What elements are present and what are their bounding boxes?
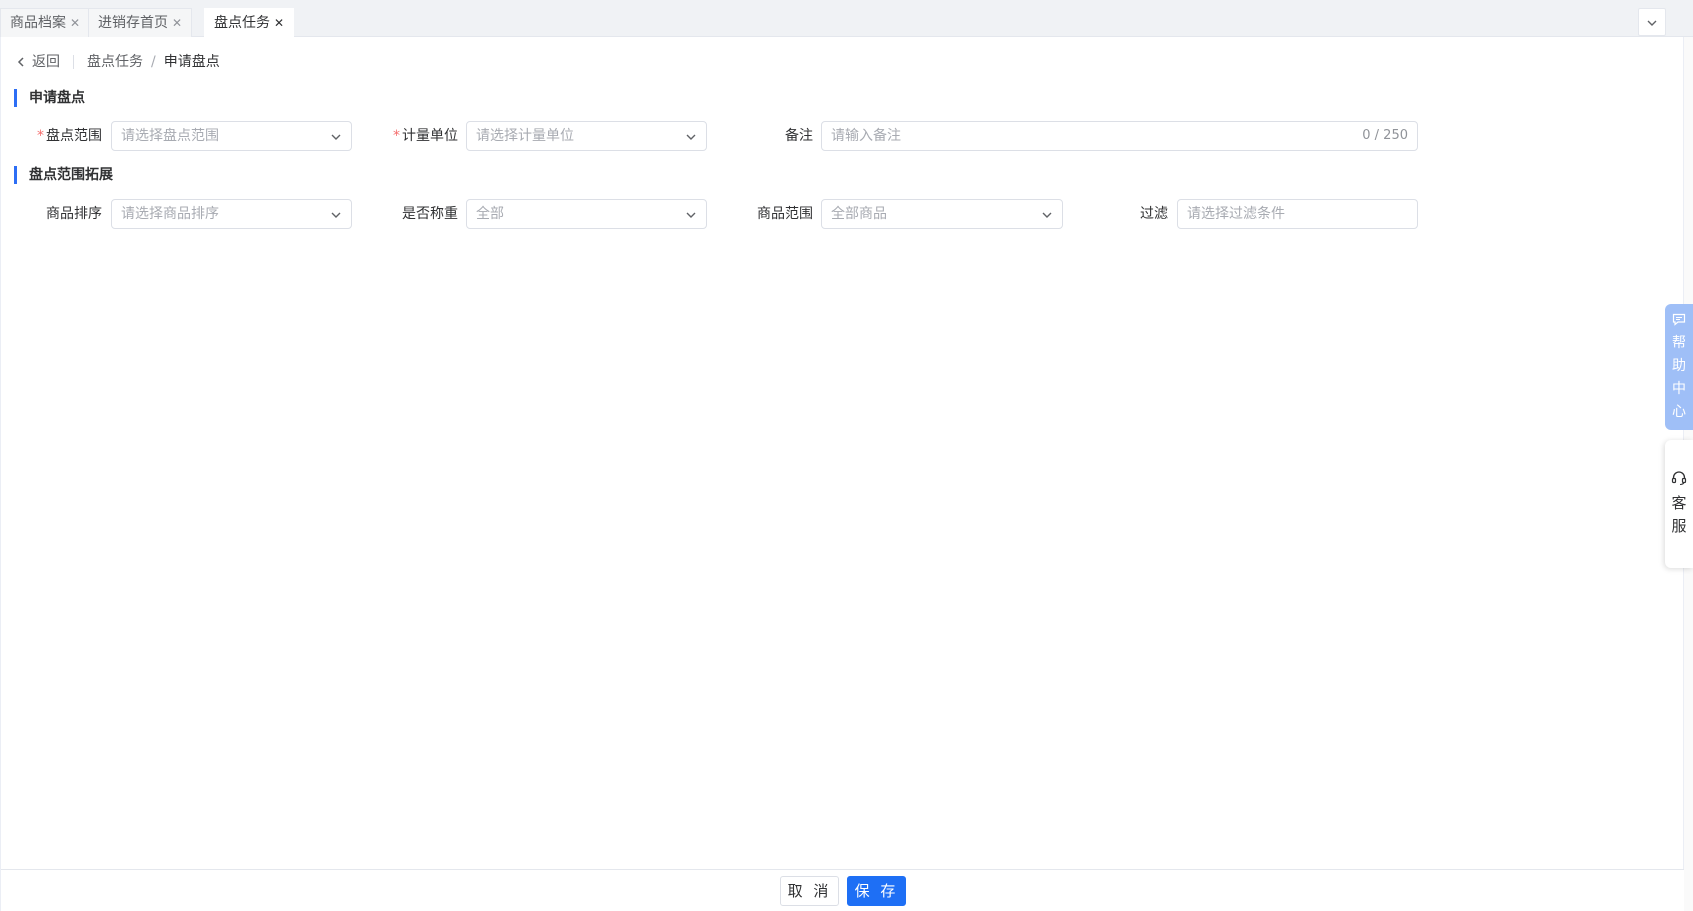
tab-label: 盘点任务 bbox=[214, 15, 270, 31]
section-title-apply: 申请盘点 bbox=[14, 89, 85, 107]
headset-icon bbox=[1671, 471, 1687, 486]
tab-product-archive[interactable]: 商品档案 ✕ bbox=[0, 8, 91, 38]
back-label: 返回 bbox=[32, 54, 60, 70]
help-char: 中 bbox=[1672, 381, 1686, 397]
unit-select[interactable]: 请选择计量单位 bbox=[466, 121, 707, 151]
scope-label-text: 盘点范围 bbox=[46, 128, 102, 144]
help-char: 助 bbox=[1672, 358, 1686, 374]
back-button[interactable]: 返回 bbox=[16, 52, 60, 72]
remark-label: 备注 bbox=[785, 128, 813, 144]
customer-service-widget[interactable]: 客 服 bbox=[1665, 440, 1693, 568]
breadcrumb-current: 申请盘点 bbox=[163, 54, 220, 70]
help-char: 帮 bbox=[1672, 335, 1686, 351]
remark-input[interactable]: 请输入备注 0 / 250 bbox=[821, 121, 1418, 151]
breadcrumb-parent[interactable]: 盘点任务 bbox=[87, 52, 143, 72]
footer-bar bbox=[1, 869, 1684, 911]
tab-label: 进销存首页 bbox=[98, 15, 168, 31]
sort-label: 商品排序 bbox=[46, 206, 102, 222]
service-char: 服 bbox=[1671, 517, 1687, 535]
divider bbox=[73, 55, 74, 69]
sort-select[interactable]: 请选择商品排序 bbox=[111, 199, 352, 229]
chevron-left-icon bbox=[17, 57, 24, 67]
tab-stocktake-task[interactable]: 盘点任务 ✕ bbox=[204, 8, 295, 38]
chevron-down-icon bbox=[1647, 20, 1657, 26]
remark-placeholder: 请输入备注 bbox=[831, 128, 901, 144]
save-button[interactable]: 保 存 bbox=[847, 876, 906, 906]
unit-placeholder: 请选择计量单位 bbox=[476, 128, 574, 144]
close-icon[interactable]: ✕ bbox=[274, 9, 284, 38]
product-range-select[interactable]: 全部商品 bbox=[821, 199, 1063, 229]
breadcrumb-separator: / bbox=[151, 54, 156, 70]
weighed-label: 是否称重 bbox=[402, 206, 458, 222]
tab-more-button[interactable] bbox=[1638, 8, 1666, 36]
help-char: 心 bbox=[1672, 404, 1686, 420]
tab-inventory-home[interactable]: 进销存首页 ✕ bbox=[88, 8, 193, 38]
filter-placeholder: 请选择过滤条件 bbox=[1187, 206, 1285, 222]
product-range-value: 全部商品 bbox=[831, 206, 887, 222]
section-title-scope-extension: 盘点范围拓展 bbox=[14, 166, 113, 184]
scope-select[interactable]: 请选择盘点范围 bbox=[111, 121, 352, 151]
chat-icon bbox=[1672, 313, 1686, 326]
close-icon[interactable]: ✕ bbox=[70, 9, 80, 38]
unit-label: * 计量单位 bbox=[375, 121, 458, 151]
cancel-button[interactable]: 取 消 bbox=[780, 876, 839, 906]
chevron-down-icon bbox=[331, 134, 341, 140]
required-mark: * bbox=[393, 128, 400, 144]
chevron-down-icon bbox=[686, 212, 696, 218]
weighed-select[interactable]: 全部 bbox=[466, 199, 707, 229]
chevron-down-icon bbox=[1042, 212, 1052, 218]
chevron-down-icon bbox=[331, 212, 341, 218]
required-mark: * bbox=[37, 128, 44, 144]
tab-bar: 商品档案 ✕ 进销存首页 ✕ 盘点任务 ✕ bbox=[0, 0, 1693, 37]
main-content bbox=[0, 37, 1684, 911]
product-range-label: 商品范围 bbox=[757, 206, 813, 222]
filter-label: 过滤 bbox=[1140, 206, 1168, 222]
chevron-down-icon bbox=[686, 134, 696, 140]
help-center-label: 帮 助 中 心 bbox=[1665, 332, 1693, 424]
char-counter: 0 / 250 bbox=[1362, 128, 1408, 143]
help-center-widget[interactable]: 帮 助 中 心 bbox=[1665, 304, 1693, 430]
scope-label: * 盘点范围 bbox=[20, 121, 102, 151]
filter-input[interactable]: 请选择过滤条件 bbox=[1177, 199, 1418, 229]
sort-placeholder: 请选择商品排序 bbox=[121, 206, 219, 222]
breadcrumb: 返回 盘点任务 / 申请盘点 bbox=[16, 52, 220, 72]
scope-placeholder: 请选择盘点范围 bbox=[121, 128, 219, 144]
customer-service-label: 客 服 bbox=[1665, 492, 1693, 538]
weighed-value: 全部 bbox=[476, 206, 504, 222]
tab-label: 商品档案 bbox=[10, 15, 66, 31]
service-char: 客 bbox=[1671, 494, 1687, 512]
close-icon[interactable]: ✕ bbox=[172, 9, 182, 38]
unit-label-text: 计量单位 bbox=[402, 128, 458, 144]
